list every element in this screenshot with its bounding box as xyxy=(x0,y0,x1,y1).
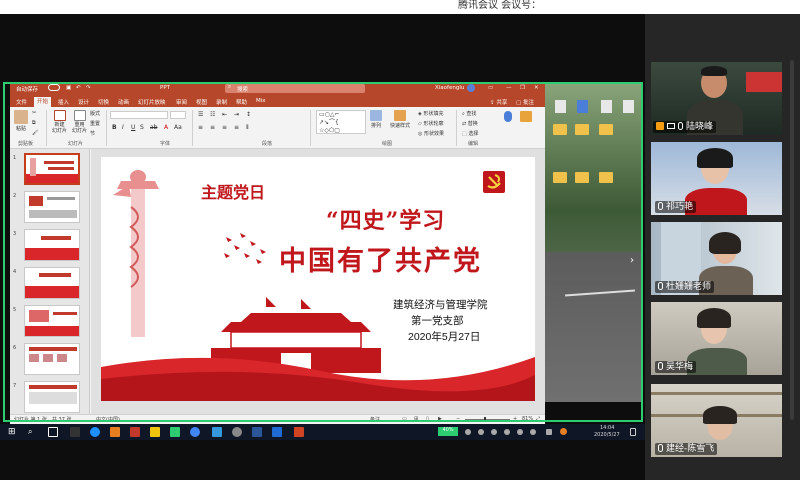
taskbar-app-icon[interactable] xyxy=(70,427,80,437)
tray-icon[interactable] xyxy=(504,429,510,435)
participant-name: 陆晓峰 xyxy=(686,122,714,132)
participant-video-tile[interactable]: 祁巧艳 xyxy=(651,142,782,215)
tray-icon[interactable] xyxy=(465,429,471,435)
participant-video-tile[interactable]: 吴华梅 xyxy=(651,302,782,375)
participant-video-tile[interactable]: 建经-陈雪飞 xyxy=(651,384,782,457)
microphone-icon xyxy=(658,444,663,452)
screen-share-border xyxy=(3,82,643,422)
participant-video-tile[interactable]: 杜姗姗老师 xyxy=(651,222,782,295)
video-panel-scrollbar[interactable] xyxy=(790,60,794,420)
participant-name: 祁巧艳 xyxy=(666,202,694,212)
volume-icon[interactable] xyxy=(546,429,552,435)
participant-video-panel: 陆晓峰 祁巧艳 杜姗姗老师 吴华梅 建经-陈雪飞 xyxy=(645,14,800,480)
meeting-id-text: 腾讯会议 会议号： xyxy=(458,0,542,11)
participant-label: 陆晓峰 xyxy=(653,121,717,133)
participant-name: 杜姗姗老师 xyxy=(666,282,712,292)
participant-name: 吴华梅 xyxy=(666,362,694,372)
host-icon xyxy=(656,122,664,130)
meeting-top-bar: 腾讯会议 会议号： xyxy=(0,0,800,14)
settings-icon[interactable] xyxy=(232,427,242,437)
tray-icon[interactable] xyxy=(478,429,484,435)
participant-label: 祁巧艳 xyxy=(655,201,697,213)
participant-hair xyxy=(697,148,733,168)
clock-time[interactable]: 14:04 xyxy=(600,425,614,431)
microphone-icon xyxy=(678,122,683,130)
task-view-icon[interactable] xyxy=(48,427,58,437)
windows-start-icon[interactable]: ⊞ xyxy=(8,427,18,437)
participant-video-tile[interactable]: 陆晓峰 xyxy=(651,62,782,135)
powerpoint-icon[interactable] xyxy=(294,427,304,437)
windows-taskbar: ⊞ ⌕ 40% 14:04 2020/5/27 xyxy=(0,424,645,440)
participant-label: 建经-陈雪飞 xyxy=(655,443,718,455)
participant-label: 吴华梅 xyxy=(655,361,697,373)
participant-hair xyxy=(701,66,727,76)
tray-badge[interactable]: 40% xyxy=(438,427,458,436)
background-object xyxy=(746,72,782,92)
file-explorer-icon[interactable] xyxy=(150,427,160,437)
notifications-icon[interactable] xyxy=(630,428,636,436)
background-shelf xyxy=(651,392,782,395)
taskbar-app-icon[interactable] xyxy=(212,427,222,437)
search-icon[interactable]: ⌕ xyxy=(28,427,38,437)
microphone-icon xyxy=(658,282,663,290)
tray-icon[interactable] xyxy=(491,429,497,435)
participant-name: 建经-陈雪飞 xyxy=(666,444,715,454)
edge-icon[interactable] xyxy=(90,427,100,437)
microphone-icon xyxy=(658,202,663,210)
participant-hair xyxy=(697,308,731,328)
network-icon[interactable] xyxy=(530,429,536,435)
tray-icon[interactable] xyxy=(517,429,523,435)
participant-hair xyxy=(703,406,737,424)
word-icon[interactable] xyxy=(252,427,262,437)
clock-date[interactable]: 2020/5/27 xyxy=(594,432,620,438)
participant-hair xyxy=(709,232,741,254)
taskbar-app-icon[interactable] xyxy=(110,427,120,437)
taskbar-app-icon[interactable] xyxy=(130,427,140,437)
microphone-icon xyxy=(658,362,663,370)
screen-share-icon xyxy=(667,123,675,129)
tray-icon[interactable] xyxy=(560,428,567,435)
chrome-icon[interactable] xyxy=(190,427,200,437)
participant-label: 杜姗姗老师 xyxy=(655,281,715,293)
wechat-icon[interactable] xyxy=(170,427,180,437)
taskbar-app-icon[interactable] xyxy=(272,427,282,437)
